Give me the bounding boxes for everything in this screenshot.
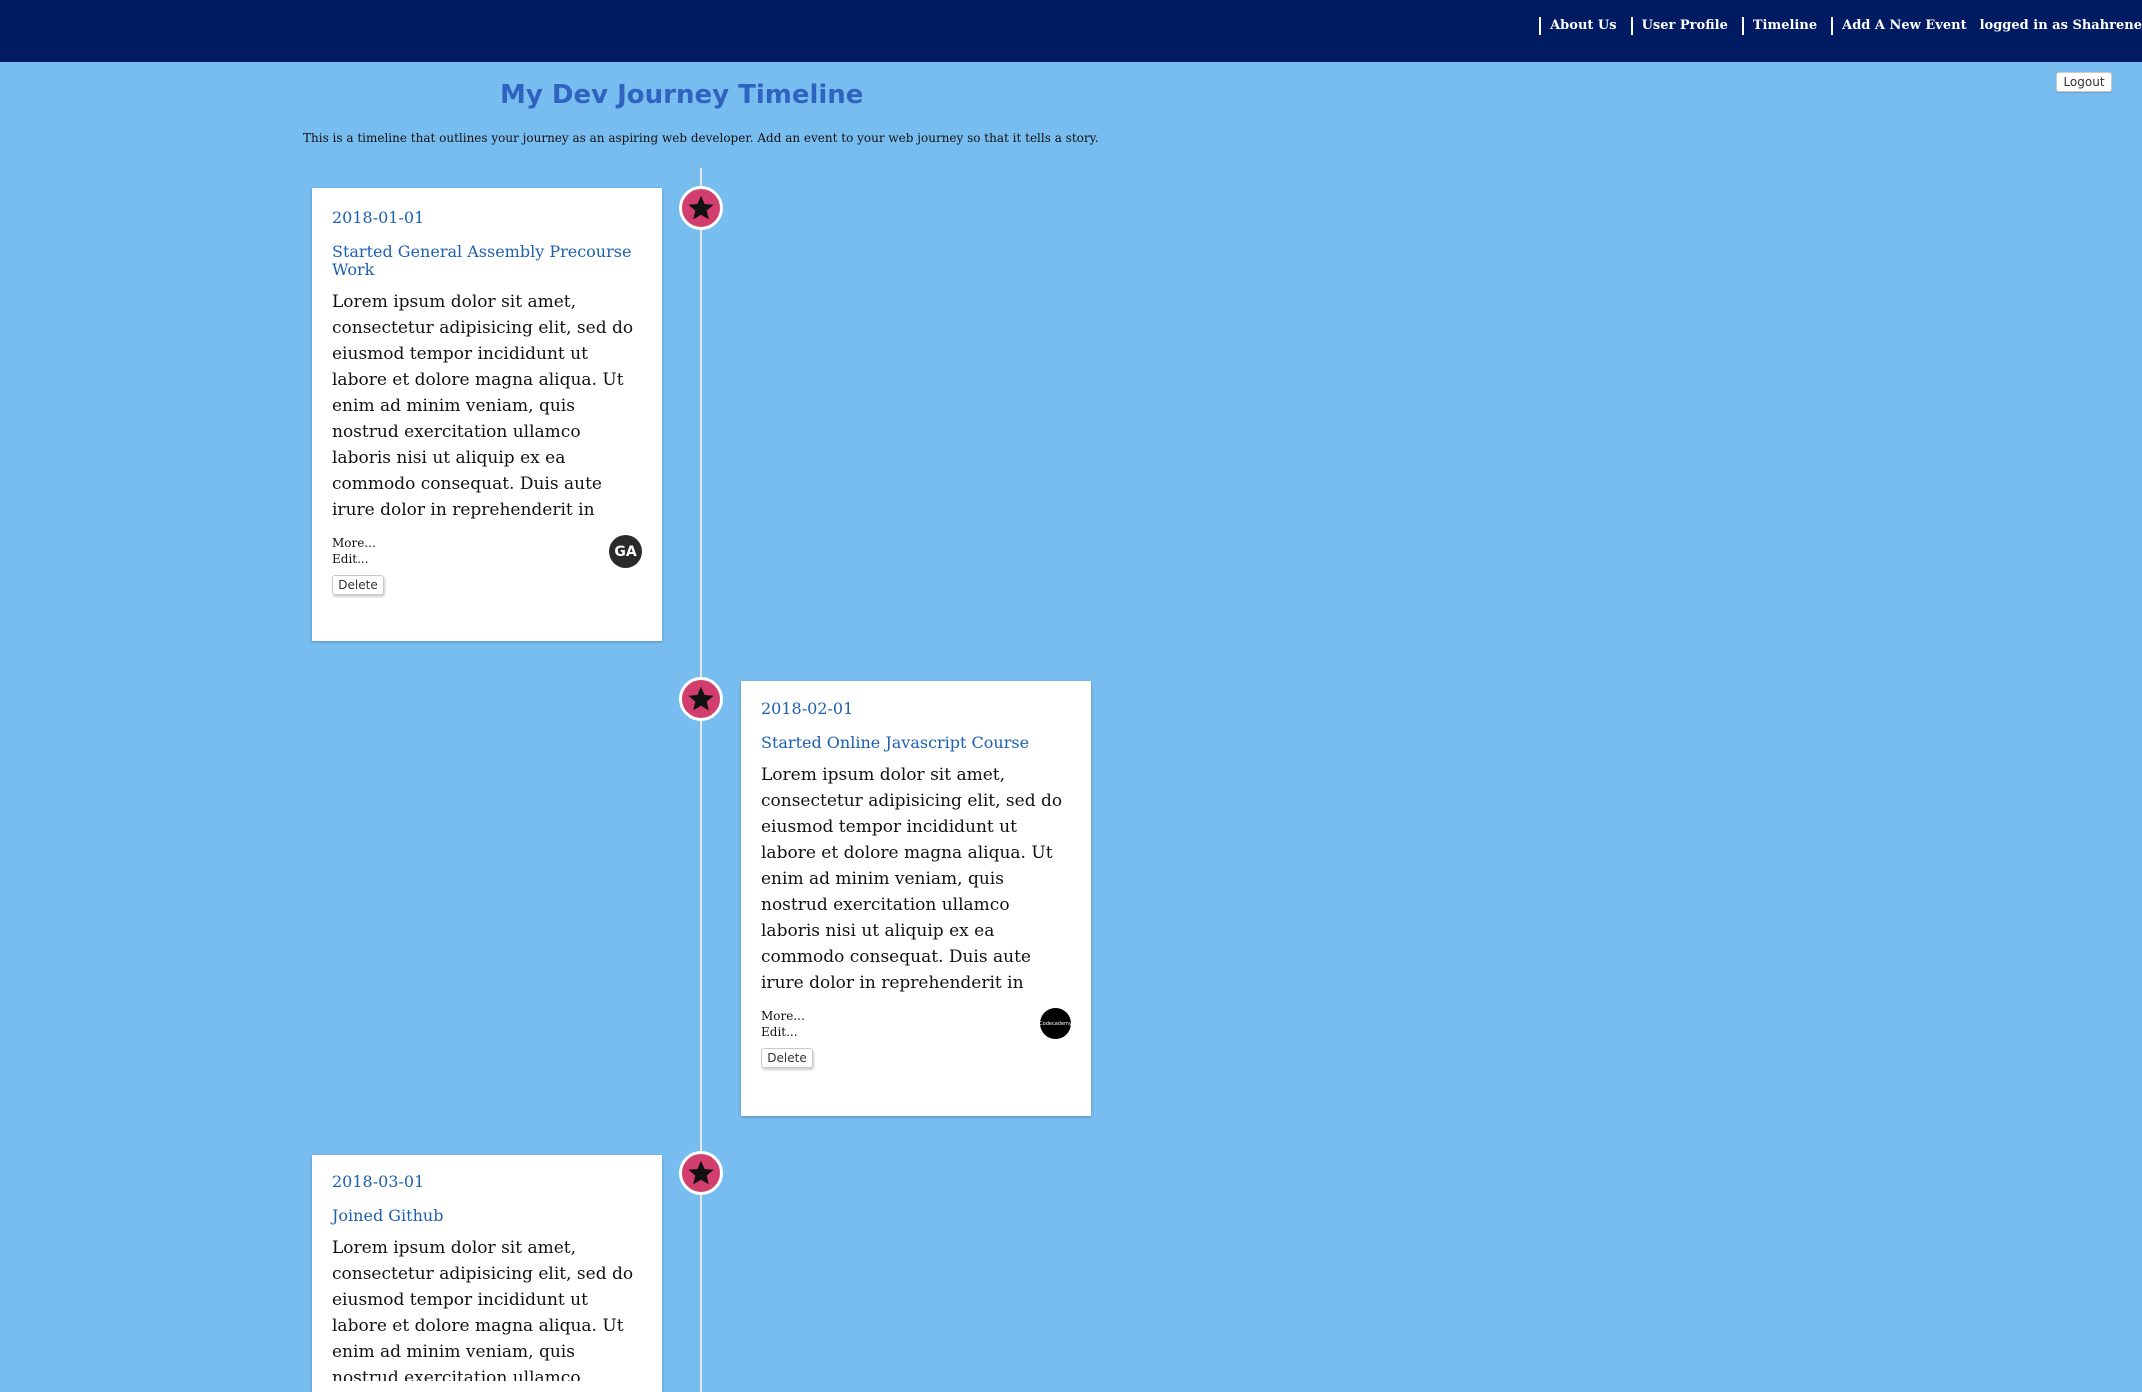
page-title: My Dev Journey Timeline bbox=[500, 80, 864, 110]
page-subtitle: This is a timeline that outlines your jo… bbox=[303, 131, 1099, 145]
event-title: Started General Assembly Precourse Work bbox=[332, 242, 632, 279]
logout-button[interactable]: Logout bbox=[2056, 72, 2112, 92]
logged-in-user-text: logged in as Shahrene bbox=[1979, 18, 2142, 33]
timeline-marker bbox=[679, 677, 723, 721]
event-date: 2018-01-01 bbox=[332, 208, 425, 227]
nav-link-about-us[interactable]: About Us bbox=[1539, 17, 1627, 35]
event-description: Lorem ipsum dolor sit amet, consectetur … bbox=[761, 765, 1063, 993]
general-assembly-logo: GA bbox=[609, 535, 642, 568]
timeline-marker bbox=[679, 1151, 723, 1195]
more-link[interactable]: More... bbox=[761, 1008, 1071, 1024]
delete-button[interactable]: Delete bbox=[332, 575, 384, 595]
event-card: 2018-03-01 Joined Github Lorem ipsum dol… bbox=[312, 1155, 662, 1392]
top-navbar: About Us User Profile Timeline Add A New… bbox=[0, 0, 2142, 62]
event-card: 2018-01-01 Started General Assembly Prec… bbox=[312, 188, 662, 641]
edit-link[interactable]: Edit... bbox=[332, 551, 642, 567]
nav-link-user-profile[interactable]: User Profile bbox=[1630, 17, 1738, 35]
timeline-line bbox=[700, 168, 702, 1392]
timeline-marker bbox=[679, 186, 723, 230]
event-card-footer: More... Edit... Delete Codecademy bbox=[761, 1008, 1072, 1078]
event-card-footer: More... Edit... Delete GA bbox=[332, 535, 642, 605]
event-description: Lorem ipsum dolor sit amet, consectetur … bbox=[332, 1238, 634, 1381]
event-date: 2018-03-01 bbox=[332, 1172, 425, 1191]
star-icon bbox=[687, 685, 715, 713]
delete-button[interactable]: Delete bbox=[761, 1048, 813, 1068]
edit-link[interactable]: Edit... bbox=[761, 1024, 1071, 1040]
nav-link-add-event[interactable]: Add A New Event bbox=[1831, 17, 1976, 35]
nav-menu: About Us User Profile Timeline Add A New… bbox=[1535, 17, 2142, 35]
event-description: Lorem ipsum dolor sit amet, consectetur … bbox=[332, 292, 634, 520]
star-icon bbox=[687, 194, 715, 222]
event-card: 2018-02-01 Started Online Javascript Cou… bbox=[741, 681, 1091, 1116]
more-link[interactable]: More... bbox=[332, 535, 642, 551]
codecademy-logo: Codecademy bbox=[1039, 1008, 1072, 1039]
nav-link-timeline[interactable]: Timeline bbox=[1741, 17, 1827, 35]
event-title: Started Online Javascript Course bbox=[761, 733, 1030, 752]
event-date: 2018-02-01 bbox=[761, 699, 854, 718]
event-title: Joined Github bbox=[332, 1206, 444, 1225]
star-icon bbox=[687, 1159, 715, 1187]
